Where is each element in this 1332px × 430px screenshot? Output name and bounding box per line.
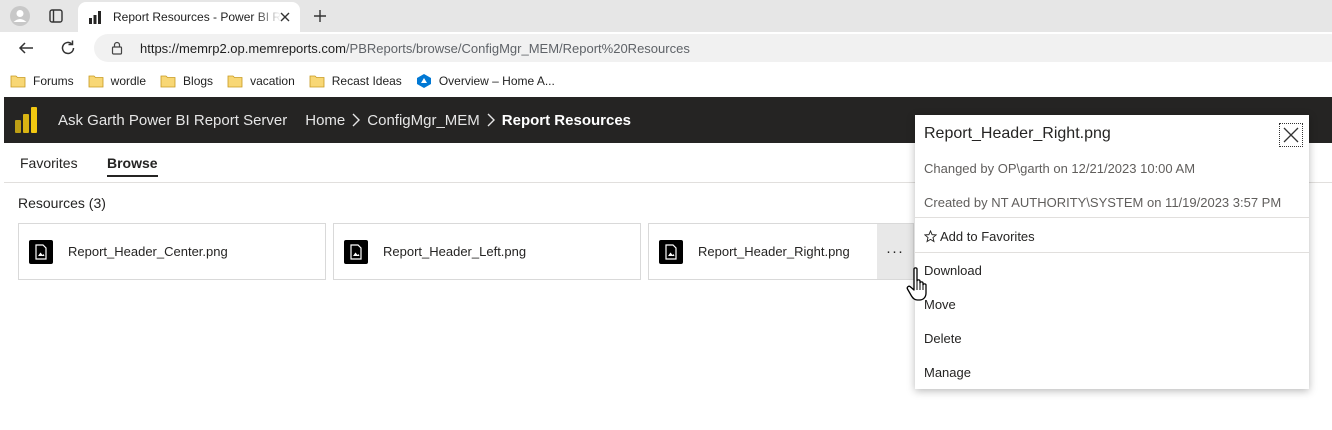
app-title[interactable]: Ask Garth Power BI Report Server xyxy=(58,112,287,129)
back-arrow-icon[interactable] xyxy=(14,36,38,60)
resource-name: Report_Header_Left.png xyxy=(383,244,527,259)
resources-heading: Resources (3) xyxy=(18,195,106,211)
breadcrumb-home[interactable]: Home xyxy=(305,112,345,129)
breadcrumb-configmgr[interactable]: ConfigMgr_MEM xyxy=(367,112,480,129)
context-menu-title: Report_Header_Right.png xyxy=(924,125,1111,142)
new-tab-icon[interactable] xyxy=(308,4,332,28)
bookmark-overview[interactable]: Overview – Home A... xyxy=(416,73,555,89)
divider xyxy=(915,217,1309,218)
tab-title: Report Resources - Power BI Report Serve… xyxy=(113,10,281,24)
chevron-right-icon xyxy=(348,112,364,128)
bookmark-label: Overview – Home A... xyxy=(438,74,555,88)
browser-tab-strip: Report Resources - Power BI Report Serve… xyxy=(0,0,1332,32)
hand-cursor-icon xyxy=(906,267,927,301)
refresh-icon[interactable] xyxy=(56,36,80,60)
bookmark-label: Blogs xyxy=(183,74,214,88)
tab-browse[interactable]: Browse xyxy=(107,155,158,177)
resource-name: Report_Header_Center.png xyxy=(68,244,228,259)
tab-actions-icon[interactable] xyxy=(44,4,68,28)
bookmark-label: vacation xyxy=(250,74,295,88)
azure-devops-icon xyxy=(416,74,431,88)
url-path: /PBReports/browse/ConfigMgr_MEM/Report%2… xyxy=(345,40,690,56)
bookmarks-bar: Forums wordle Blogs vacation Recast Idea… xyxy=(0,66,1332,96)
close-icon[interactable] xyxy=(1279,123,1303,147)
address-bar[interactable]: https://memrp2.op.memreports.com/PBRepor… xyxy=(94,34,1332,62)
resource-tile-right[interactable]: Report_Header_Right.png ··· xyxy=(648,223,914,280)
bookmark-blogs[interactable]: Blogs xyxy=(160,74,213,88)
menu-item-add-to-favorites[interactable]: Add to Favorites xyxy=(924,229,1035,244)
browser-tab-active[interactable]: Report Resources - Power BI Report Serve… xyxy=(78,2,300,32)
lock-icon[interactable] xyxy=(110,41,124,55)
context-menu: Report_Header_Right.png Changed by OP\ga… xyxy=(915,115,1309,389)
menu-item-delete[interactable]: Delete xyxy=(924,331,962,346)
image-file-icon xyxy=(29,239,53,264)
changed-by-text: Changed by OP\garth on 12/21/2023 10:00 … xyxy=(924,161,1196,176)
menu-item-label: Add to Favorites xyxy=(940,229,1035,244)
folder-icon xyxy=(227,75,243,88)
close-tab-icon[interactable] xyxy=(278,10,292,24)
powerbi-logo-icon[interactable] xyxy=(14,106,38,134)
bookmark-label: Forums xyxy=(33,74,74,88)
resource-tile-center[interactable]: Report_Header_Center.png xyxy=(18,223,326,280)
image-file-icon xyxy=(344,239,368,264)
divider xyxy=(915,252,1309,253)
menu-item-manage[interactable]: Manage xyxy=(924,365,971,380)
address-bar-row: https://memrp2.op.memreports.com/PBRepor… xyxy=(0,32,1332,64)
bookmark-wordle[interactable]: wordle xyxy=(88,74,146,88)
folder-icon xyxy=(10,75,26,88)
powerbi-favicon-icon xyxy=(89,11,101,24)
bookmark-vacation[interactable]: vacation xyxy=(227,74,295,88)
breadcrumb-current: Report Resources xyxy=(501,111,632,129)
image-file-icon xyxy=(659,239,683,264)
created-by-text: Created by NT AUTHORITY\SYSTEM on 11/19/… xyxy=(924,195,1282,210)
resource-name: Report_Header_Right.png xyxy=(698,244,850,259)
url-text: https://memrp2.op.memreports.com/PBRepor… xyxy=(140,41,690,56)
bookmark-recast-ideas[interactable]: Recast Ideas xyxy=(309,74,402,88)
profile-icon[interactable] xyxy=(8,4,32,28)
bookmark-label: wordle xyxy=(110,74,147,88)
folder-icon xyxy=(309,75,325,88)
folder-icon xyxy=(160,75,176,88)
folder-icon xyxy=(88,75,104,88)
bookmark-label: Recast Ideas xyxy=(331,74,402,88)
url-host: https://memrp2.op.memreports.com xyxy=(140,40,346,56)
tab-favorites[interactable]: Favorites xyxy=(20,155,78,171)
resource-tile-left[interactable]: Report_Header_Left.png xyxy=(333,223,641,280)
chevron-right-icon xyxy=(483,112,499,128)
bookmark-forums[interactable]: Forums xyxy=(10,74,74,88)
star-icon xyxy=(924,230,937,243)
